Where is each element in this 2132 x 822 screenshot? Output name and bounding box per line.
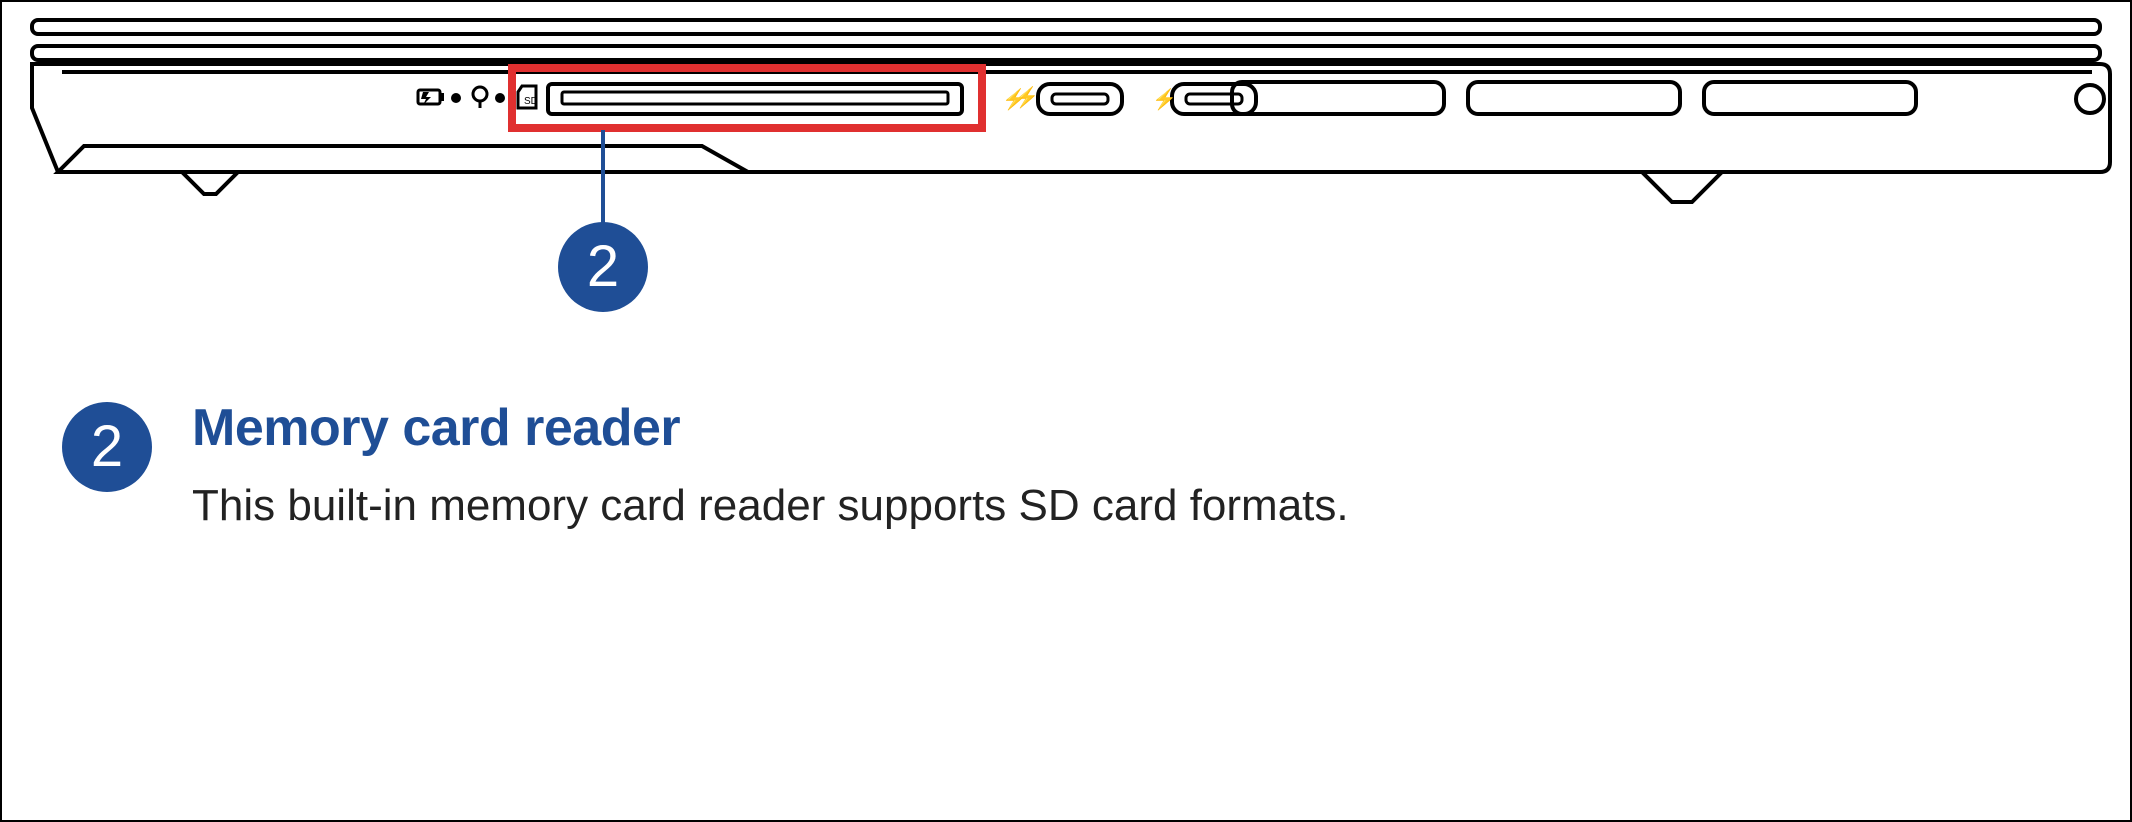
legend-description: This built-in memory card reader support… [192,476,2070,535]
legend-number-2: 2 [62,402,152,492]
svg-text:SD: SD [524,96,538,107]
laptop-side-illustration: ⚡ ⚡ ⚡ SD [2,2,2132,342]
legend-title: Memory card reader [192,398,2070,458]
diagram-callout-2: 2 [558,222,648,312]
legend: 2 Memory card reader This built-in memor… [62,398,2070,535]
callout-leader-line [601,130,605,226]
laptop-side-svg: ⚡ ⚡ ⚡ SD [2,2,2132,342]
page-frame: ⚡ ⚡ ⚡ SD [0,0,2132,822]
legend-body: Memory card reader This built-in memory … [192,398,2070,535]
svg-text:⚡: ⚡ [1002,87,1027,111]
svg-text:⚡: ⚡ [1152,87,1177,111]
legend-row-2: 2 Memory card reader This built-in memor… [62,398,2070,535]
